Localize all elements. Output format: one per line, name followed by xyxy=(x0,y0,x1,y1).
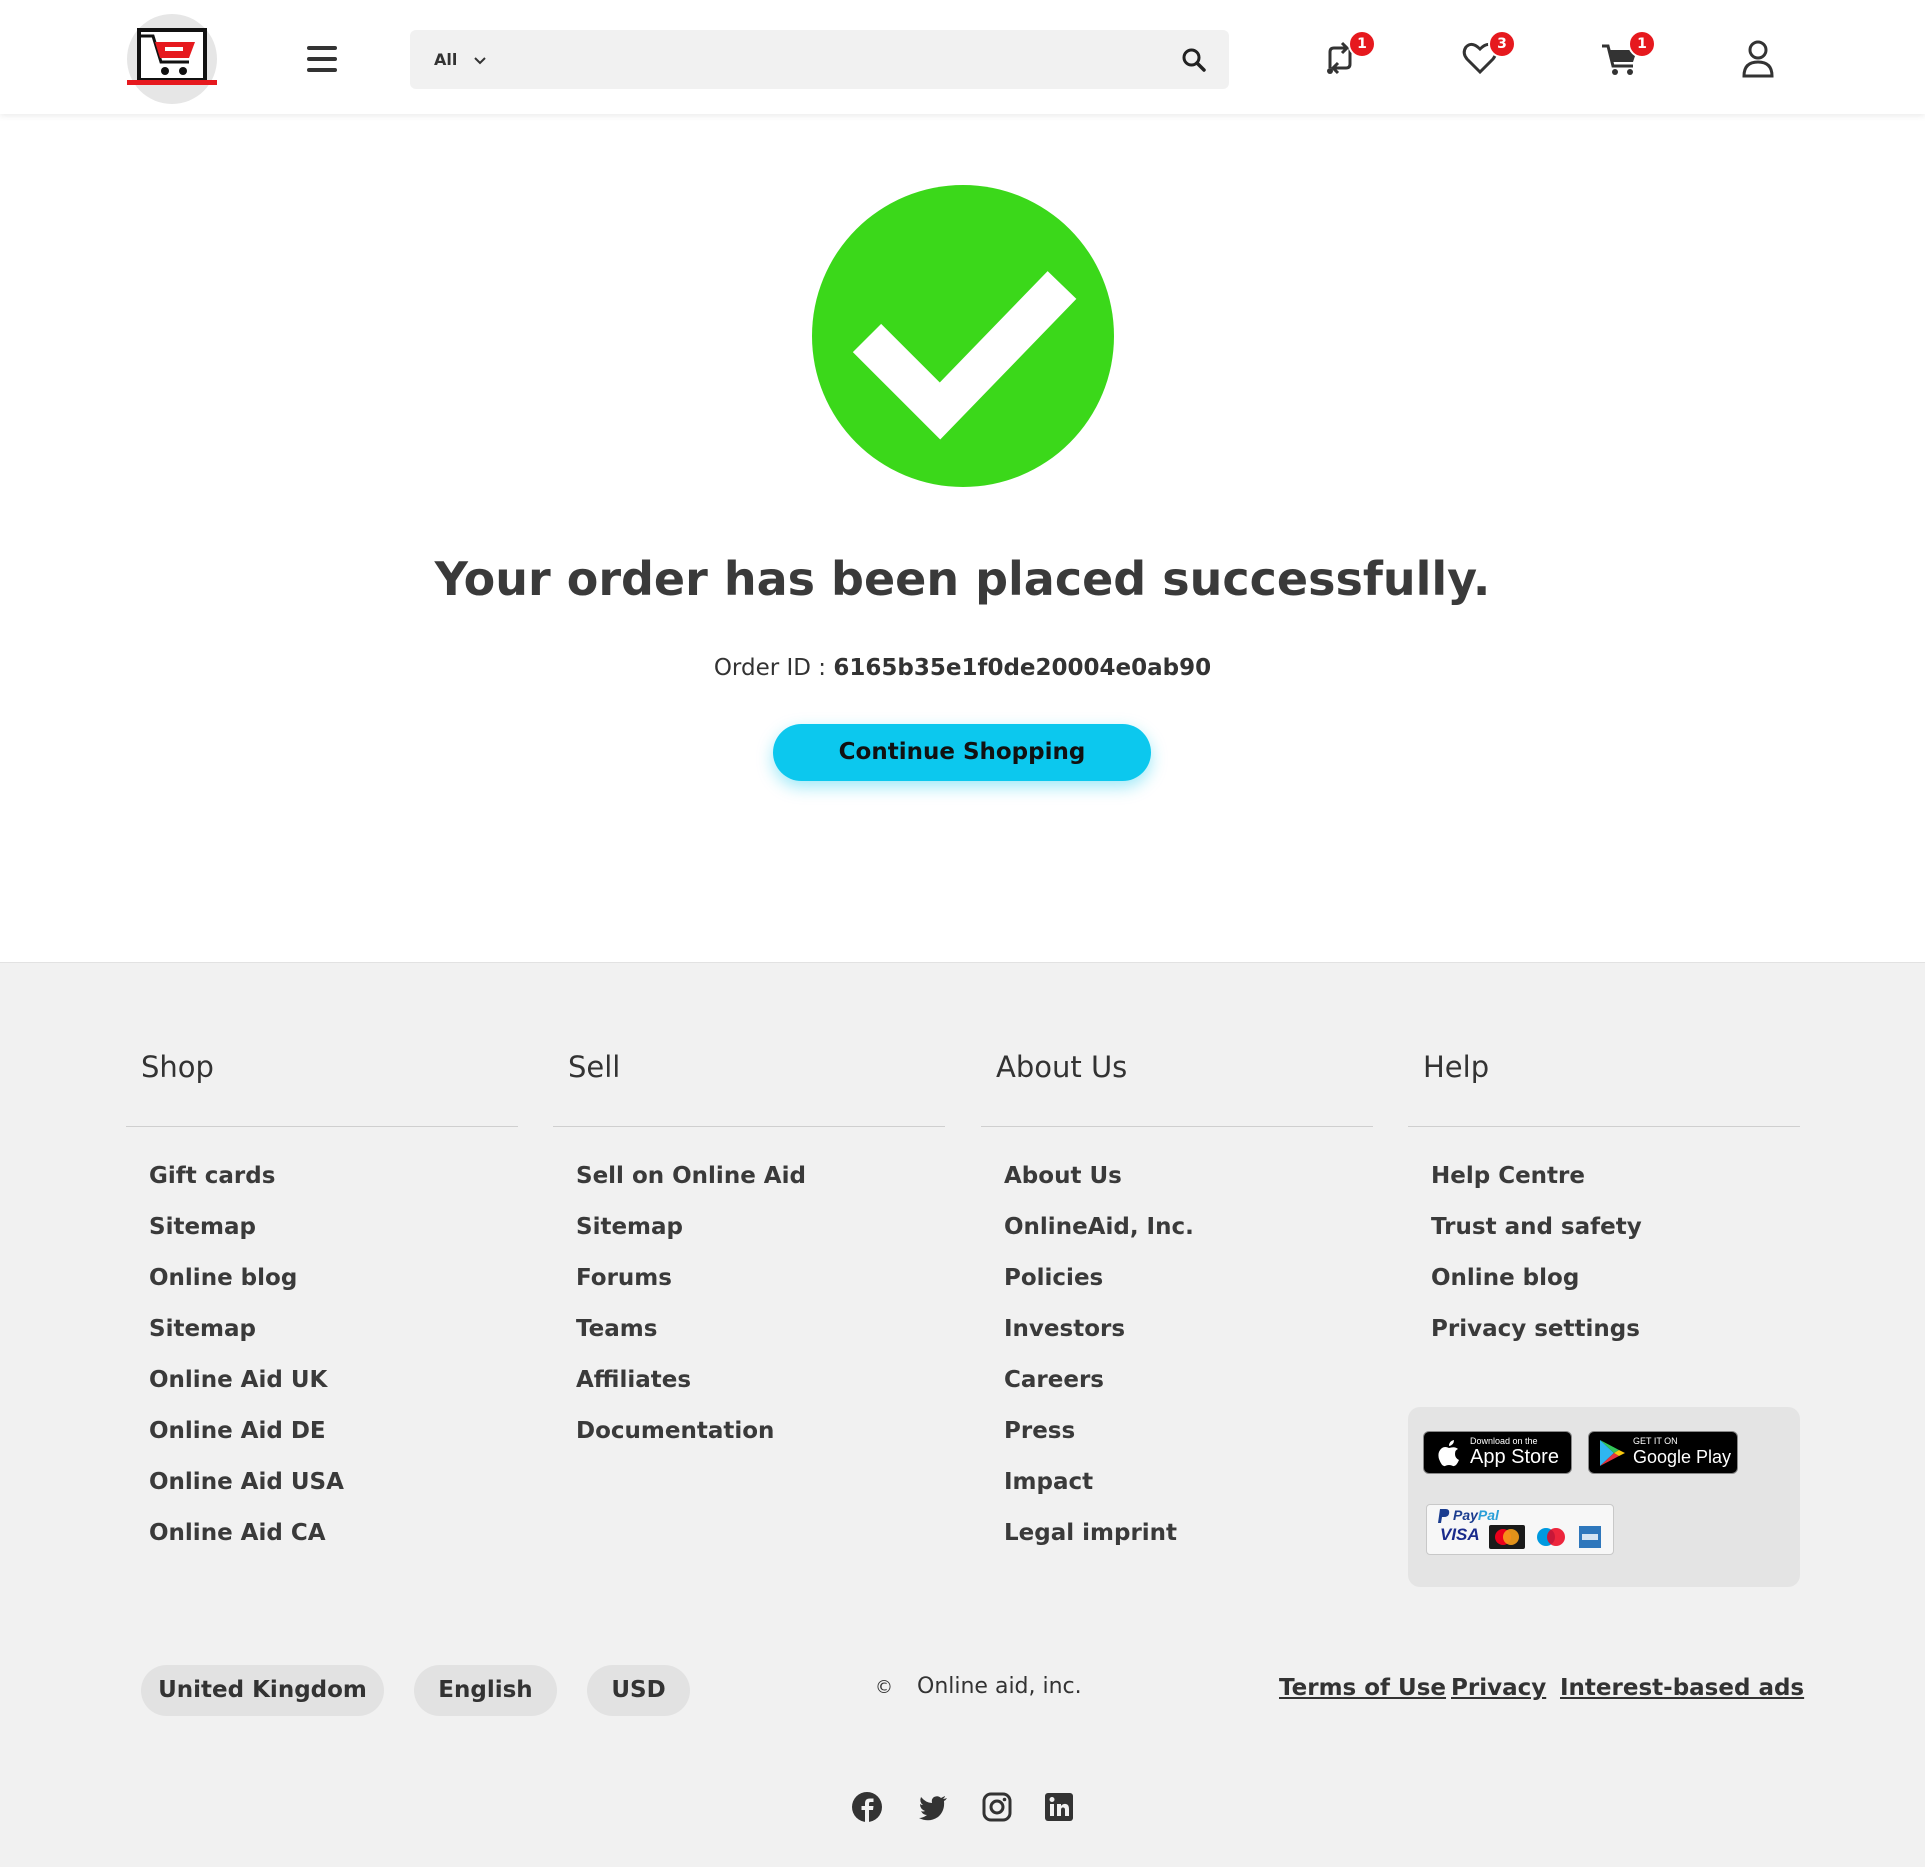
divider xyxy=(553,1126,945,1127)
logo[interactable] xyxy=(127,14,217,104)
footer-link[interactable]: Impact xyxy=(1004,1467,1194,1518)
wishlist-button[interactable]: 3 xyxy=(1460,30,1516,78)
wishlist-badge: 3 xyxy=(1488,30,1516,58)
apps-and-payments-panel: Download on the App Store GET IT ON Goog… xyxy=(1408,1407,1800,1587)
footer-link[interactable]: Online blog xyxy=(149,1263,344,1314)
footer-link[interactable]: Documentation xyxy=(576,1416,806,1467)
account-button[interactable] xyxy=(1738,38,1778,78)
privacy-link[interactable]: Privacy xyxy=(1451,1675,1546,1701)
footer-column-title: Help xyxy=(1423,1050,1490,1084)
order-id-label: Order ID : xyxy=(713,655,834,681)
divider xyxy=(981,1126,1373,1127)
success-title: Your order has been placed successfully. xyxy=(434,552,1491,606)
footer-link[interactable]: Help Centre xyxy=(1431,1161,1642,1212)
linkedin-icon[interactable] xyxy=(1043,1791,1075,1823)
shopping-cart-logo-icon xyxy=(127,28,217,85)
divider xyxy=(1408,1126,1800,1127)
footer-link[interactable]: Online Aid USA xyxy=(149,1467,344,1518)
user-icon xyxy=(1742,40,1774,78)
mastercard-logo-icon xyxy=(1489,1525,1525,1549)
language-selector[interactable]: English xyxy=(414,1665,557,1716)
app-store-badge[interactable]: Download on the App Store xyxy=(1423,1431,1572,1474)
footer-link[interactable]: Trust and safety xyxy=(1431,1212,1642,1263)
footer-link[interactable]: Careers xyxy=(1004,1365,1194,1416)
google-play-icon xyxy=(1600,1440,1625,1466)
footer-column-title: Sell xyxy=(568,1050,621,1084)
footer-link[interactable]: OnlineAid, Inc. xyxy=(1004,1212,1194,1263)
footer-link[interactable]: About Us xyxy=(1004,1161,1194,1212)
search-category-select[interactable]: All xyxy=(434,30,487,89)
footer-link[interactable]: Privacy settings xyxy=(1431,1314,1642,1365)
copyright-symbol: © xyxy=(875,1677,893,1698)
copyright: © Online aid, inc. xyxy=(875,1674,1082,1699)
footer-link[interactable]: Policies xyxy=(1004,1263,1194,1314)
compare-badge: 1 xyxy=(1348,30,1376,58)
twitter-icon[interactable] xyxy=(917,1791,949,1823)
paypal-logo: PayPal xyxy=(1453,1507,1499,1523)
footer-link[interactable]: Affiliates xyxy=(576,1365,806,1416)
paypal-pal-text: Pal xyxy=(1477,1507,1499,1523)
footer-link[interactable]: Legal imprint xyxy=(1004,1518,1194,1569)
payment-methods: PayPal VISA xyxy=(1426,1504,1614,1555)
footer-link[interactable]: Online Aid CA xyxy=(149,1518,344,1569)
terms-of-use-link[interactable]: Terms of Use xyxy=(1279,1675,1446,1701)
instagram-icon[interactable] xyxy=(981,1791,1013,1823)
footer-column-title: Shop xyxy=(141,1050,214,1084)
footer-link[interactable]: Online Aid UK xyxy=(149,1365,344,1416)
footer-link[interactable]: Sell on Online Aid xyxy=(576,1161,806,1212)
maestro-logo-icon xyxy=(1533,1525,1569,1549)
footer-column-title: About Us xyxy=(996,1050,1128,1084)
footer-link[interactable]: Gift cards xyxy=(149,1161,344,1212)
order-id-value: 6165b35e1f0de20004e0ab90 xyxy=(833,655,1212,681)
cart-button[interactable]: 1 xyxy=(1600,30,1656,78)
compare-button[interactable]: 1 xyxy=(1320,30,1376,78)
divider xyxy=(126,1126,518,1127)
cart-badge: 1 xyxy=(1628,30,1656,58)
search-button[interactable] xyxy=(1181,47,1207,77)
continue-shopping-button[interactable]: Continue Shopping xyxy=(773,724,1151,781)
google-play-badge[interactable]: GET IT ON Google Play xyxy=(1588,1431,1738,1474)
paypal-icon xyxy=(1438,1509,1450,1523)
success-check-circle xyxy=(812,185,1114,487)
search-icon xyxy=(1182,48,1206,72)
site-header: All 1 3 1 xyxy=(0,0,1925,114)
paypal-pay-text: Pay xyxy=(1453,1507,1478,1523)
site-footer: Shop Gift cards Sitemap Online blog Site… xyxy=(0,962,1925,1867)
footer-link[interactable]: Press xyxy=(1004,1416,1194,1467)
footer-link[interactable]: Sitemap xyxy=(576,1212,806,1263)
app-store-small-text: Download on the xyxy=(1470,1436,1538,1446)
chevron-down-icon xyxy=(474,56,486,64)
footer-link[interactable]: Online Aid DE xyxy=(149,1416,344,1467)
google-play-small-text: GET IT ON xyxy=(1633,1436,1678,1446)
checkmark-icon xyxy=(852,271,1077,440)
interest-based-ads-link[interactable]: Interest-based ads xyxy=(1560,1675,1804,1701)
order-id-line: Order ID : 6165b35e1f0de20004e0ab90 xyxy=(0,655,1925,681)
currency-selector[interactable]: USD xyxy=(587,1665,690,1716)
facebook-icon[interactable] xyxy=(851,1791,883,1823)
footer-link[interactable]: Teams xyxy=(576,1314,806,1365)
search-bar: All xyxy=(410,30,1229,89)
menu-icon[interactable] xyxy=(307,46,337,72)
search-input[interactable] xyxy=(520,40,1140,79)
app-store-big-text: App Store xyxy=(1470,1446,1559,1468)
footer-link[interactable]: Forums xyxy=(576,1263,806,1314)
search-category-label: All xyxy=(434,50,458,69)
google-play-big-text: Google Play xyxy=(1633,1447,1732,1467)
apple-icon xyxy=(1438,1440,1459,1467)
visa-logo: VISA xyxy=(1440,1525,1480,1544)
amex-logo-icon xyxy=(1579,1526,1601,1548)
footer-link[interactable]: Sitemap xyxy=(149,1212,344,1263)
footer-link[interactable]: Sitemap xyxy=(149,1314,344,1365)
footer-link[interactable]: Online blog xyxy=(1431,1263,1642,1314)
footer-link[interactable]: Investors xyxy=(1004,1314,1194,1365)
copyright-text: Online aid, inc. xyxy=(917,1674,1082,1699)
region-selector[interactable]: United Kingdom xyxy=(141,1665,384,1716)
